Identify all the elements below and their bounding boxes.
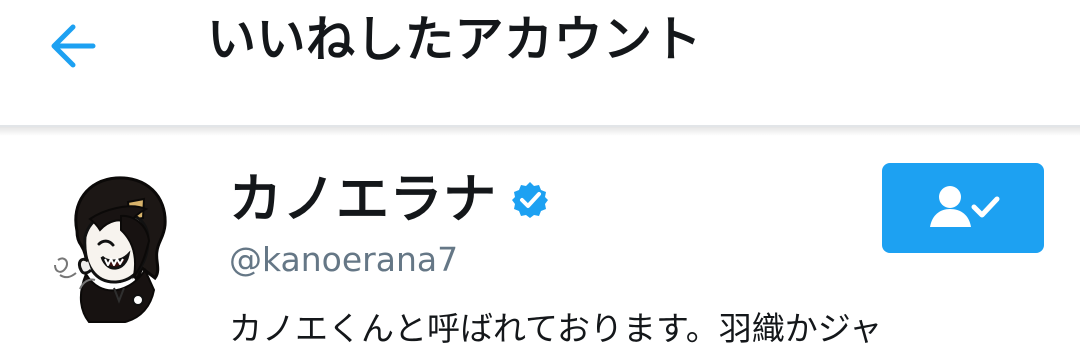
- page-title: いいねしたアカウント: [207, 11, 703, 68]
- avatar-illustration: [38, 164, 198, 324]
- topbar-shadow: [0, 127, 1080, 136]
- account-handle: @kanoerana7: [229, 240, 459, 279]
- person-check-icon: [922, 179, 1004, 237]
- display-name: カノエラナ: [229, 169, 497, 230]
- account-row[interactable]: カノエラナ @kanoerana7 カノエくんと呼ばれております。羽織かジャ: [0, 136, 1080, 360]
- avatar[interactable]: [38, 164, 198, 324]
- display-name-row: カノエラナ: [229, 167, 550, 233]
- top-app-bar: いいねしたアカウント: [0, 0, 1080, 126]
- verified-badge-icon: [510, 180, 550, 220]
- following-button[interactable]: [882, 163, 1044, 253]
- liked-by-screen: いいねしたアカウント カノエラナ @kanoerana7 カノエくんと呼ばれてお…: [0, 0, 1080, 360]
- back-button[interactable]: [42, 20, 104, 72]
- arrow-left-icon: [44, 20, 102, 72]
- account-bio: カノエくんと呼ばれております。羽織かジャ: [229, 309, 883, 348]
